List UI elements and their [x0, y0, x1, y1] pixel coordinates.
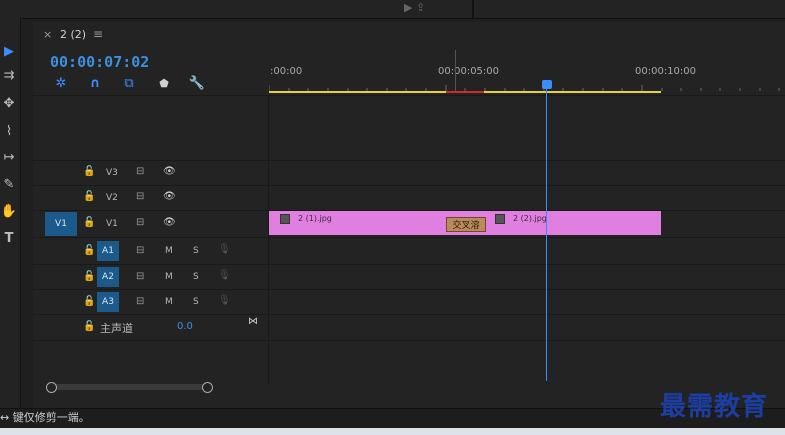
playhead-handle[interactable]	[542, 80, 552, 89]
fx-icon	[495, 214, 505, 224]
render-needed-bar	[446, 91, 484, 93]
track-target-a1[interactable]: A1	[97, 241, 119, 261]
linked-selection-icon[interactable]: ⧉	[120, 75, 138, 91]
taskbar-strip	[0, 428, 785, 435]
track-header-divider	[268, 95, 269, 385]
timecode-display[interactable]: 00:00:07:02	[50, 53, 149, 71]
status-text: ↔ 键仅修剪一端。	[0, 411, 90, 424]
divider	[33, 95, 785, 96]
playhead-line	[546, 89, 547, 381]
track-select-tool-icon[interactable]: ⇉	[0, 64, 18, 86]
mute-button[interactable]: M	[165, 272, 173, 282]
fx-icon	[280, 214, 290, 224]
eye-icon[interactable]: 👁	[163, 217, 176, 228]
eye-icon[interactable]: 👁	[163, 191, 176, 202]
track-header-a1: 🔓 A1 ⊟ M S 🎙	[33, 238, 268, 264]
track-header-v1: V1 🔓 V1 ⊟ 👁	[33, 211, 268, 237]
microphone-icon[interactable]: 🎙	[218, 295, 231, 306]
scrollbar-left-handle[interactable]	[46, 382, 57, 393]
lock-icon[interactable]: 🔓	[83, 217, 95, 228]
track-header-v2: 🔓 V2 ⊟ 👁	[33, 186, 268, 210]
lock-icon[interactable]: 🔓	[83, 321, 95, 332]
sync-lock-icon[interactable]: ⊟	[136, 166, 144, 177]
source-patch-v1[interactable]: V1	[45, 212, 77, 236]
clip2-name: 2 (2).jpg	[513, 214, 547, 223]
selection-tool-icon[interactable]: ▶	[0, 40, 18, 62]
lock-icon[interactable]: 🔓	[83, 296, 95, 307]
in-point-marker	[455, 50, 456, 92]
clip1-name: 2 (1).jpg	[298, 214, 332, 223]
ruler-label-10: 00:00:10:00	[635, 66, 697, 77]
lock-icon[interactable]: 🔓	[83, 245, 95, 256]
add-marker-icon[interactable]: ⬟	[155, 75, 173, 91]
solo-button[interactable]: S	[193, 246, 199, 256]
lock-icon[interactable]: 🔓	[83, 271, 95, 282]
time-ruler[interactable]	[269, 60, 785, 95]
top-panel-bar	[0, 0, 785, 19]
track-target-a2[interactable]: A2	[97, 267, 119, 287]
watermark-logo: 最需教育	[660, 392, 769, 422]
microphone-icon[interactable]: 🎙	[218, 244, 231, 255]
tab-menu-icon[interactable]: ≡	[93, 27, 103, 41]
program-monitor-controls[interactable]: ▶ ⇪	[404, 1, 425, 14]
nest-icon[interactable]: ✲	[52, 75, 70, 91]
sequence-tab[interactable]: 2 (2)	[60, 28, 86, 41]
top-panel-divider	[472, 0, 474, 18]
divider	[33, 340, 785, 341]
sync-lock-icon[interactable]: ⊟	[136, 191, 144, 202]
track-header-a2: 🔓 A2 ⊟ M S 🎙	[33, 265, 268, 289]
snap-icon[interactable]: ∩	[86, 75, 104, 91]
ruler-label-0: :00:00	[270, 66, 303, 77]
sync-lock-icon[interactable]: ⊟	[136, 217, 144, 228]
mute-button[interactable]: M	[165, 297, 173, 307]
sync-lock-icon[interactable]: ⊟	[136, 245, 144, 256]
eye-icon[interactable]: 👁	[163, 166, 176, 177]
lock-icon[interactable]: 🔓	[83, 166, 95, 177]
razor-tool-icon[interactable]: ⌇	[0, 120, 18, 142]
scrollbar-right-handle[interactable]	[202, 382, 213, 393]
sync-lock-icon[interactable]: ⊟	[136, 296, 144, 307]
lock-icon[interactable]: 🔓	[83, 191, 95, 202]
solo-button[interactable]: S	[193, 297, 199, 307]
type-tool-icon[interactable]: T	[0, 227, 18, 249]
track-header-a3: 🔓 A3 ⊟ M S 🎙	[33, 290, 268, 314]
track-name: V2	[106, 193, 118, 203]
settings-wrench-icon[interactable]: 🔧	[188, 75, 206, 91]
ruler-label-5: 00:00:05:00	[438, 66, 500, 77]
mute-button[interactable]: M	[165, 246, 173, 256]
master-volume-value[interactable]: 0.0	[177, 321, 193, 332]
horizontal-zoom-scrollbar[interactable]	[46, 384, 210, 390]
track-header-master: 🔓 主声道 0.0 ⋈	[33, 315, 268, 340]
track-target-a3[interactable]: A3	[97, 292, 119, 312]
track-header-v3: 🔓 V3 ⊟ 👁	[33, 161, 268, 185]
track-name: V1	[106, 219, 118, 229]
pen-tool-icon[interactable]: ✎	[0, 173, 18, 195]
track-name: V3	[106, 168, 118, 178]
microphone-icon[interactable]: 🎙	[218, 270, 231, 281]
hand-tool-icon[interactable]: ✋	[0, 200, 18, 222]
slip-tool-icon[interactable]: ↦	[0, 146, 18, 168]
close-tab-icon[interactable]: ×	[43, 28, 52, 41]
cross-dissolve-transition[interactable]: 交叉溶	[446, 217, 486, 232]
master-track-name: 主声道	[100, 322, 133, 335]
sync-lock-icon[interactable]: ⊟	[136, 271, 144, 282]
go-to-end-icon[interactable]: ⋈	[248, 316, 258, 327]
ripple-edit-tool-icon[interactable]: ✥	[0, 92, 18, 114]
solo-button[interactable]: S	[193, 272, 199, 282]
